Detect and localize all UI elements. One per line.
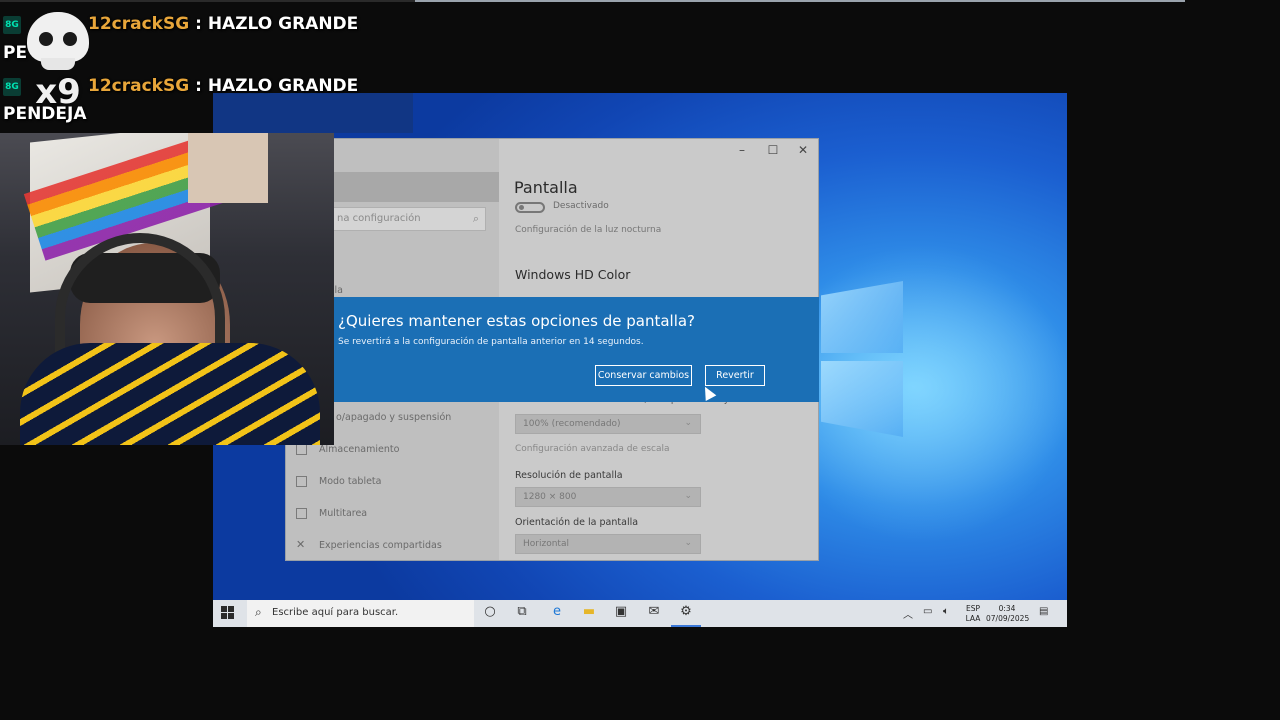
chat-text: HAZLO GRANDE bbox=[207, 14, 359, 34]
chat-username: 12crackSG bbox=[88, 76, 190, 96]
night-light-settings-link[interactable]: Configuración de la luz nocturna bbox=[515, 225, 661, 235]
chat-username: 12crackSG bbox=[88, 14, 190, 34]
scale-value: 100% (recomendado) bbox=[523, 419, 621, 429]
windows-start-button[interactable] bbox=[221, 606, 235, 620]
minimize-button[interactable]: – bbox=[732, 143, 752, 157]
taskbar-search-placeholder: Escribe aquí para buscar. bbox=[272, 607, 399, 618]
maximize-button[interactable]: ☐ bbox=[763, 143, 783, 157]
skull-emote-icon: x9 bbox=[27, 12, 89, 122]
chat-separator: : bbox=[189, 14, 208, 34]
top-strip-left bbox=[0, 0, 415, 2]
multitask-icon bbox=[296, 508, 307, 519]
sidebar-item-label: Experiencias compartidas bbox=[319, 540, 442, 551]
shared-experiences-icon: ✕ bbox=[296, 538, 306, 551]
resolution-value: 1280 × 800 bbox=[523, 492, 577, 502]
scale-dropdown[interactable]: 100% (recomendado) ⌄ bbox=[515, 414, 701, 434]
chat-message: 12crackSG : HAZLO GRANDE bbox=[88, 14, 358, 34]
resolution-label: Resolución de pantalla bbox=[515, 470, 623, 481]
keep-changes-button[interactable]: Conservar cambios bbox=[595, 365, 692, 386]
edge-browser-icon[interactable]: e bbox=[547, 604, 567, 622]
dialog-question: ¿Quieres mantener estas opciones de pant… bbox=[338, 312, 696, 330]
chevron-down-icon: ⌄ bbox=[684, 491, 692, 501]
orientation-value: Horizontal bbox=[523, 539, 569, 549]
keyboard-layout: LAA bbox=[965, 614, 981, 623]
advanced-scale-link[interactable]: Configuración avanzada de escala bbox=[515, 444, 670, 454]
stream-frame: ón na configuración ⌕ alla o/apagado y s… bbox=[0, 0, 1280, 720]
notifications-icon[interactable]: ▤ bbox=[1039, 606, 1048, 617]
hd-color-heading: Windows HD Color bbox=[515, 267, 631, 282]
night-light-toggle[interactable] bbox=[515, 202, 545, 213]
settings-search-placeholder: na configuración bbox=[337, 213, 421, 224]
chevron-down-icon: ⌄ bbox=[684, 418, 692, 428]
volume-icon[interactable]: 🔈︎ bbox=[943, 606, 949, 617]
cortana-icon[interactable]: ○ bbox=[480, 604, 500, 622]
chat-badge-icon: 8G bbox=[3, 16, 21, 34]
clock[interactable]: 0:34 07/09/2025 bbox=[986, 604, 1030, 624]
store-icon[interactable]: ▣ bbox=[611, 604, 631, 622]
chat-separator: : bbox=[189, 76, 208, 96]
network-icon[interactable]: ▭ bbox=[923, 606, 932, 617]
clock-time: 0:34 bbox=[998, 604, 1016, 613]
sidebar-item-multitask[interactable]: Multitarea bbox=[296, 508, 367, 519]
streamer-webcam bbox=[0, 133, 334, 445]
desktop-ghost-window bbox=[213, 93, 413, 133]
storage-icon bbox=[296, 444, 307, 455]
input-language[interactable]: ESP LAA bbox=[963, 604, 983, 624]
settings-gear-icon[interactable]: ⚙ bbox=[676, 604, 696, 622]
taskbar-search-box[interactable]: ⌕ Escribe aquí para buscar. bbox=[247, 600, 474, 627]
file-explorer-icon[interactable]: ▬ bbox=[579, 604, 599, 622]
tray-chevron-up-icon[interactable]: ︿ bbox=[903, 606, 913, 621]
chat-badge-icon: 8G bbox=[3, 78, 21, 96]
task-view-icon[interactable]: ⧉ bbox=[512, 604, 532, 622]
close-button[interactable]: ✕ bbox=[793, 143, 813, 157]
language-code: ESP bbox=[965, 604, 981, 613]
chevron-down-icon: ⌄ bbox=[684, 538, 692, 548]
sidebar-item-shared[interactable]: ✕ Experiencias compartidas bbox=[296, 538, 442, 551]
sidebar-item-tablet[interactable]: Modo tableta bbox=[296, 476, 381, 487]
dialog-subtitle: Se revertirá a la configuración de panta… bbox=[338, 337, 644, 347]
night-light-state: Desactivado bbox=[553, 201, 609, 211]
clock-date: 07/09/2025 bbox=[986, 614, 1030, 623]
page-title: Pantalla bbox=[514, 178, 578, 197]
mail-icon[interactable]: ✉ bbox=[644, 604, 664, 622]
chat-text: HAZLO GRANDE bbox=[207, 76, 359, 96]
sidebar-item-label: o/apagado y suspensión bbox=[336, 412, 452, 423]
active-app-indicator bbox=[671, 625, 701, 627]
sidebar-item-label: Multitarea bbox=[319, 508, 368, 519]
search-icon: ⌕ bbox=[472, 212, 479, 225]
orientation-dropdown[interactable]: Horizontal ⌄ bbox=[515, 534, 701, 554]
sidebar-item-label: Modo tableta bbox=[319, 476, 382, 487]
revert-button[interactable]: Revertir bbox=[705, 365, 765, 386]
keep-display-settings-dialog: ¿Quieres mantener estas opciones de pant… bbox=[333, 297, 819, 402]
sidebar-item-label: Almacenamiento bbox=[319, 444, 400, 455]
orientation-label: Orientación de la pantalla bbox=[515, 517, 639, 528]
resolution-dropdown[interactable]: 1280 × 800 ⌄ bbox=[515, 487, 701, 507]
wall-picture bbox=[188, 133, 268, 203]
emote-multiplier: x9 bbox=[35, 72, 81, 112]
taskbar: ⌕ Escribe aquí para buscar. ○ ⧉ e ▬ ▣ ✉ … bbox=[213, 600, 1067, 627]
top-strip-right bbox=[415, 0, 1185, 2]
windows-wallpaper-logo-icon bbox=[821, 281, 1067, 441]
tablet-icon bbox=[296, 476, 307, 487]
chat-message-wrap: PE bbox=[3, 43, 28, 63]
sidebar-item-storage[interactable]: Almacenamiento bbox=[296, 444, 399, 455]
search-icon: ⌕ bbox=[255, 605, 262, 619]
chat-message: 12crackSG : HAZLO GRANDE bbox=[88, 76, 358, 96]
jersey bbox=[20, 343, 320, 445]
